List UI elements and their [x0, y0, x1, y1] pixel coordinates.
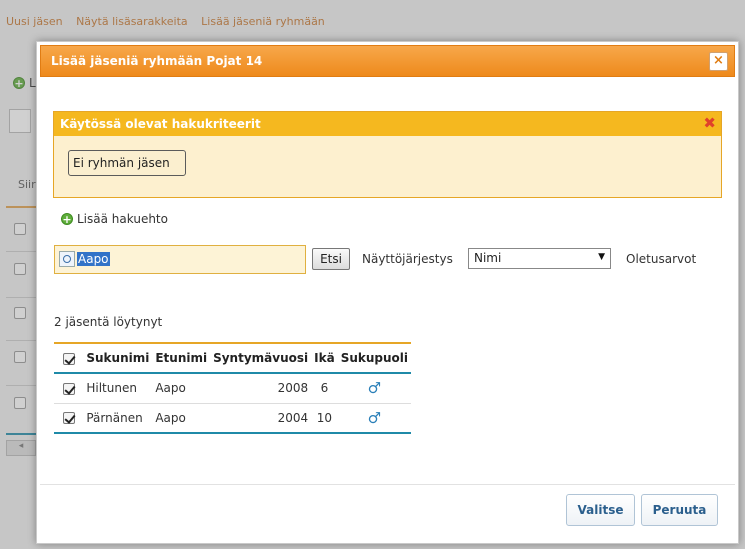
col-firstname[interactable]: Etunimi: [152, 343, 211, 374]
row-checkbox-cell: [54, 403, 84, 434]
table-row[interactable]: Pärnänen Aapo 2004 10 ♂: [54, 403, 411, 434]
active-criteria-panel: Käytössä olevat hakukriteerit ✖ Ei ryhmä…: [53, 111, 722, 198]
cell-surname: Hiltunen: [83, 373, 153, 404]
chevron-down-icon: ▼: [598, 252, 605, 262]
search-value: Aapo: [77, 252, 110, 266]
row-checkbox-cell: [54, 373, 84, 404]
select-all-cell: [54, 343, 84, 374]
col-age[interactable]: Ikä: [311, 343, 338, 374]
search-input[interactable]: Aapo: [54, 245, 306, 274]
sort-order-label: Näyttöjärjestys: [362, 252, 453, 266]
table-row[interactable]: Hiltunen Aapo 2008 6 ♂: [54, 373, 411, 404]
cell-birth-year: 2004: [210, 403, 312, 434]
cell-firstname: Aapo: [152, 373, 211, 404]
cell-surname: Pärnänen: [83, 403, 153, 434]
criteria-chip[interactable]: Ei ryhmän jäsen: [68, 150, 186, 176]
table-header-row: Sukunimi Etunimi Syntymävuosi Ikä Sukupu…: [54, 343, 411, 374]
cell-age: 10: [311, 403, 338, 434]
male-icon: ♂: [367, 408, 382, 427]
sort-order-select[interactable]: Nimi ▼: [468, 248, 611, 269]
cancel-button[interactable]: Peruuta: [641, 494, 718, 526]
add-condition-link[interactable]: + Lisää hakuehto: [61, 212, 168, 226]
cell-firstname: Aapo: [152, 403, 211, 434]
cell-age: 6: [311, 373, 338, 404]
select-all-checkbox[interactable]: [63, 352, 75, 365]
dialog-title: Lisää jäseniä ryhmään Pojat 14: [51, 54, 263, 68]
cell-gender: ♂: [337, 373, 411, 404]
close-icon[interactable]: ×: [709, 52, 728, 71]
col-birth-year[interactable]: Syntymävuosi: [210, 343, 312, 374]
row-checkbox[interactable]: [63, 412, 75, 425]
dialog-header: Lisää jäseniä ryhmään Pojat 14 ×: [40, 45, 735, 77]
select-button[interactable]: Valitse: [566, 494, 635, 526]
defaults-link[interactable]: Oletusarvot: [626, 252, 696, 266]
cell-birth-year: 2008: [210, 373, 312, 404]
plus-icon: +: [61, 213, 73, 226]
cell-gender: ♂: [337, 403, 411, 434]
search-button[interactable]: Etsi: [312, 248, 350, 270]
search-icon: [59, 251, 75, 267]
add-condition-label: Lisää hakuehto: [77, 212, 168, 226]
col-gender[interactable]: Sukupuoli: [337, 343, 411, 374]
results-count: 2 jäsentä löytynyt: [54, 315, 163, 329]
criteria-title: Käytössä olevat hakukriteerit: [60, 117, 261, 131]
sort-order-value: Nimi: [474, 251, 502, 265]
col-surname[interactable]: Sukunimi: [83, 343, 153, 374]
remove-criteria-icon[interactable]: ✖: [703, 114, 716, 132]
male-icon: ♂: [367, 379, 382, 398]
add-members-dialog: Lisää jäseniä ryhmään Pojat 14 × Käytöss…: [36, 41, 739, 544]
row-checkbox[interactable]: [63, 382, 75, 395]
criteria-header: Käytössä olevat hakukriteerit ✖: [54, 112, 721, 136]
results-table: Sukunimi Etunimi Syntymävuosi Ikä Sukupu…: [54, 342, 411, 434]
footer-divider: [40, 484, 735, 485]
